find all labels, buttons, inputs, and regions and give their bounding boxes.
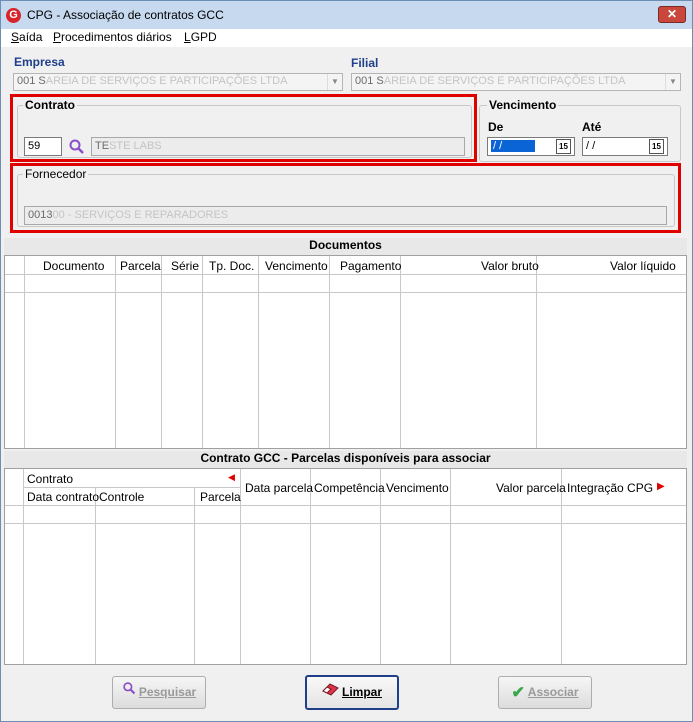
col-integracao-cpg[interactable]: Integração CPG [567,481,653,495]
col-data-contrato[interactable]: Data contrato [27,490,99,504]
empresa-value: 001 S [17,75,46,87]
col-data-parcela[interactable]: Data parcela [245,481,313,495]
col-competencia[interactable]: Competência [314,481,385,495]
fornecedor-value: 0013 [28,209,53,221]
menu-procedimentos-diarios[interactable]: Procedimentos diários [53,30,172,44]
documentos-title: Documentos [4,238,687,255]
filial-value: 001 S [355,75,384,87]
chevron-down-icon: ▼ [327,74,342,90]
de-label: De [488,120,504,134]
col-documento[interactable]: Documento [43,259,104,273]
col-valor-parcela[interactable]: Valor parcela [496,481,566,495]
expand-right-icon[interactable]: ▶ [657,481,665,492]
window-title: CPG - Associação de contratos GCC [27,8,224,22]
filial-label: Filial [351,56,379,70]
title-bar: G CPG - Associação de contratos GCC ✕ [1,1,692,29]
search-icon[interactable] [68,138,86,156]
app-logo-icon: G [6,8,21,23]
col-contrato-group[interactable]: Contrato [27,472,73,486]
calendar-icon[interactable]: 15 [649,139,664,154]
menu-saida[interactable]: Saída [11,30,42,44]
vencimento-de-value: / / [491,140,535,152]
empresa-label: Empresa [14,55,65,69]
parcelas-title: Contrato GCC - Parcelas disponíveis para… [4,451,687,468]
col-controle[interactable]: Controle [99,490,144,504]
filial-select[interactable]: 001 SAREIA DE SERVIÇOS E PARTICIPAÇÕES L… [351,73,681,91]
main-window: G CPG - Associação de contratos GCC ✕ Sa… [0,0,693,722]
contrato-name-field: TESTE LABS [91,137,465,156]
col-tp-doc[interactable]: Tp. Doc. [209,259,254,273]
fornecedor-field: 001300 - SERVIÇOS E REPARADORES [24,206,667,225]
search-icon [122,677,137,708]
vencimento-ate-value: / / [586,140,596,152]
col-valor-liquido[interactable]: Valor líquido [610,259,676,273]
col-parcela[interactable]: Parcela [200,490,241,504]
pesquisar-label: Pesquisar [138,685,197,699]
eraser-icon [322,677,339,708]
contrato-code-input[interactable]: 59 [24,137,62,156]
chevron-down-icon: ▼ [665,74,680,90]
associar-label: Associar [527,685,579,699]
pesquisar-button[interactable]: Pesquisar [112,676,206,709]
col-vencimento[interactable]: Vencimento [386,481,449,495]
contrato-label: Contrato [23,98,77,112]
col-pagamento[interactable]: Pagamento [340,259,401,273]
col-parcela[interactable]: Parcela [120,259,161,273]
col-valor-bruto[interactable]: Valor bruto [481,259,539,273]
checkmark-icon: ✔ [511,684,525,702]
contrato-name-value: TE [95,140,110,152]
parcelas-grid[interactable]: Contrato ◀ Data contrato Controle Parcel… [4,468,687,665]
documentos-grid[interactable]: Documento Parcela Série Tp. Doc. Vencime… [4,255,687,449]
menu-lgpd[interactable]: LGPD [184,30,217,44]
vencimento-label: Vencimento [487,98,559,112]
fornecedor-label: Fornecedor [23,167,89,181]
limpar-label: Limpar [341,685,382,699]
limpar-button[interactable]: Limpar [305,675,399,710]
menu-bar: Saída Procedimentos diários LGPD [1,29,692,47]
col-serie[interactable]: Série [171,259,199,273]
ate-label: Até [582,120,602,134]
calendar-icon[interactable]: 15 [556,139,571,154]
col-vencimento[interactable]: Vencimento [265,259,328,273]
close-button[interactable]: ✕ [658,6,686,23]
associar-button[interactable]: ✔ Associar [498,676,592,709]
empresa-select[interactable]: 001 SAREIA DE SERVIÇOS E PARTICIPAÇÕES L… [13,73,343,91]
collapse-left-icon[interactable]: ◀ [228,472,235,483]
